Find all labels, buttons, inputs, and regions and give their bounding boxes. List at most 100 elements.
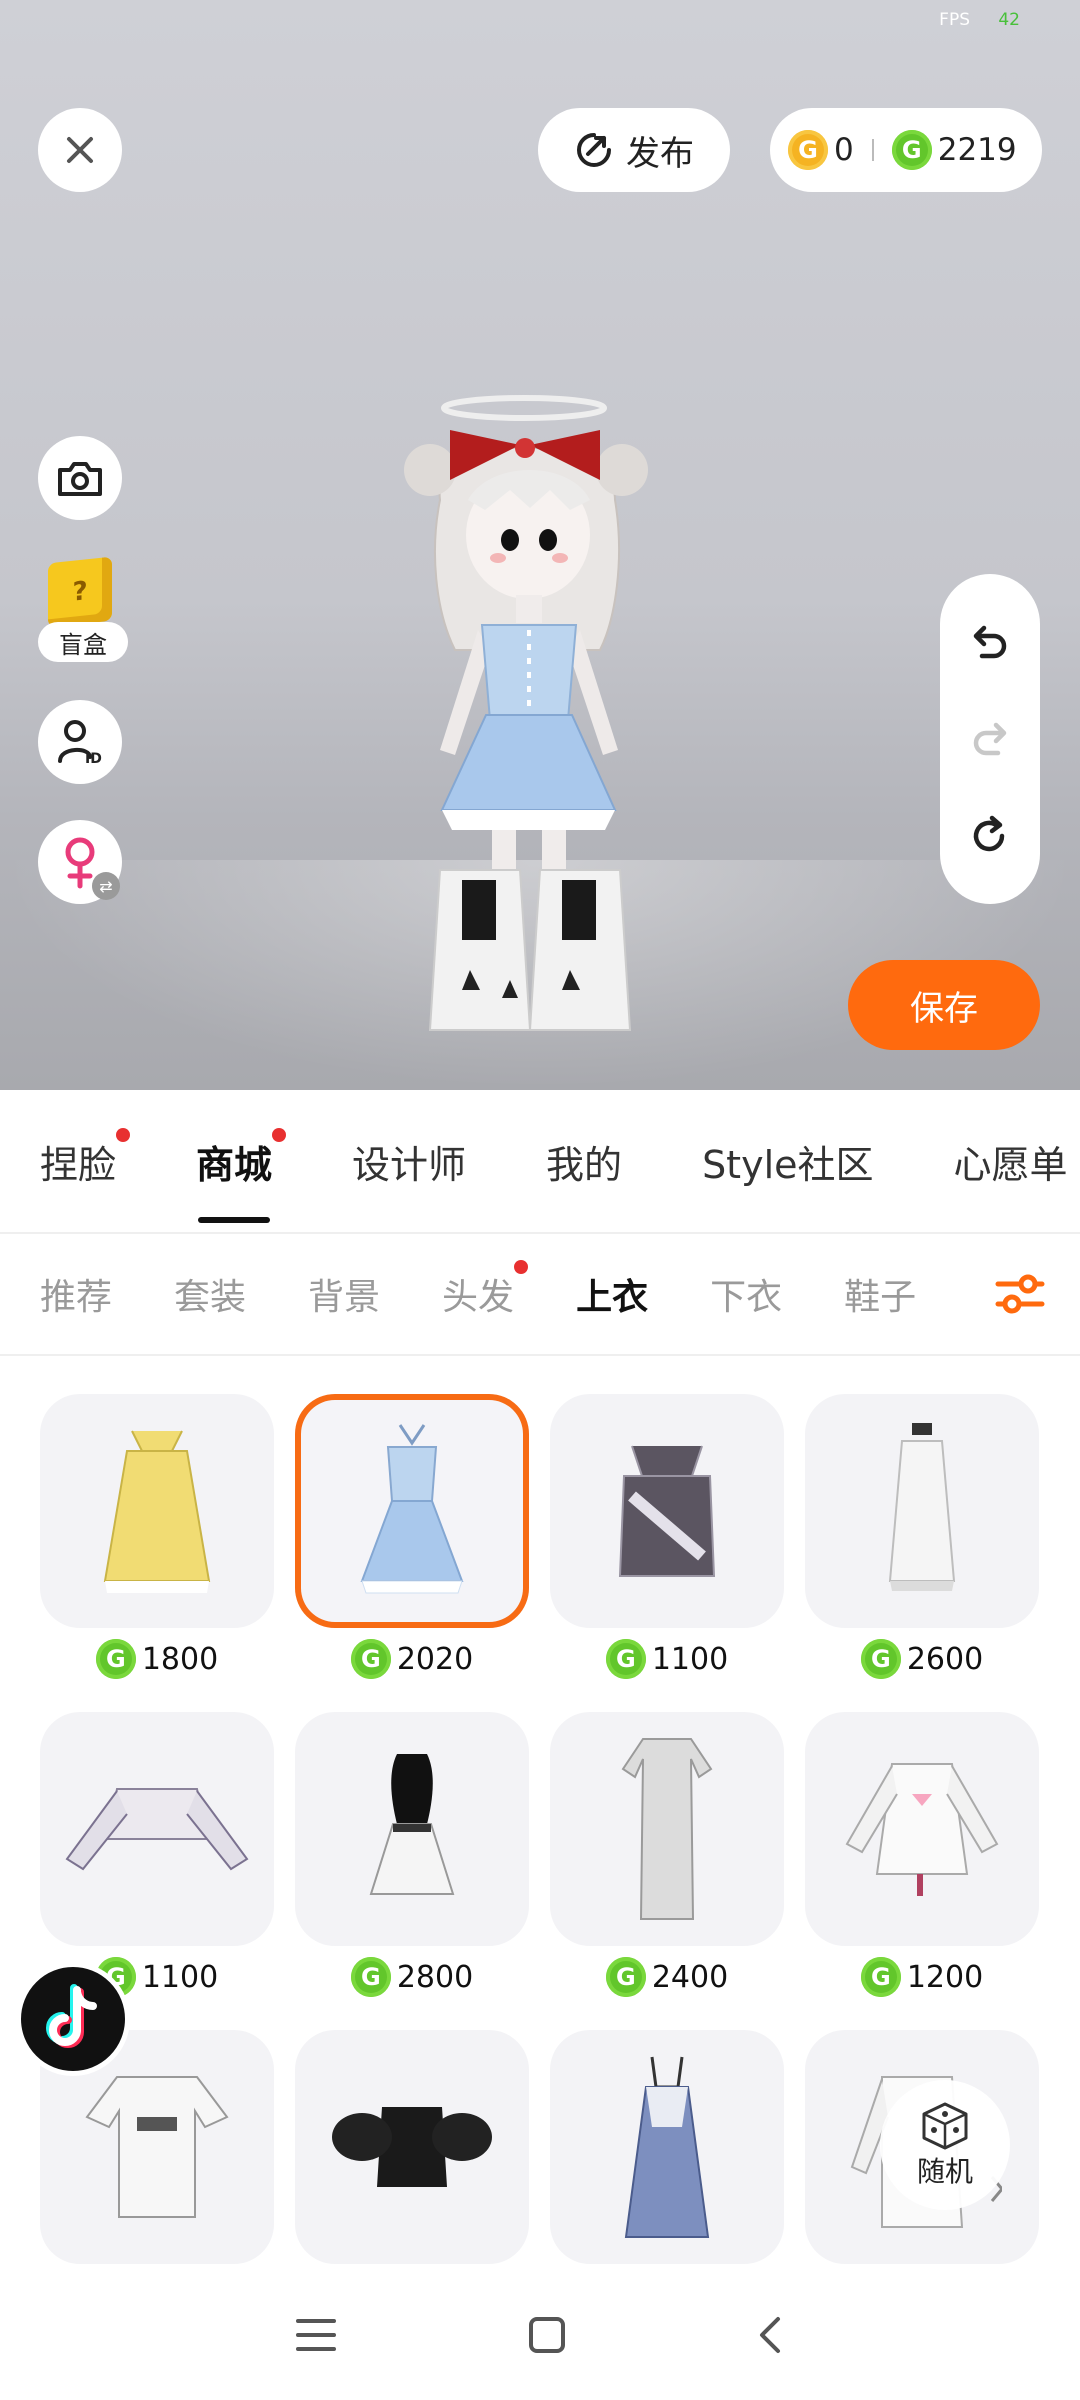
- user-id-icon: ID: [58, 720, 102, 767]
- active-tab-indicator: [198, 1216, 271, 1223]
- item-price: G 2020: [295, 1636, 529, 1682]
- currency-display[interactable]: G 0 G 2219: [770, 108, 1042, 192]
- camera-button[interactable]: [38, 436, 122, 520]
- green-coin-icon: G: [860, 1639, 901, 1679]
- green-coin-amount: 2219: [937, 132, 1017, 168]
- subtab-hair[interactable]: 头发: [442, 1260, 529, 1320]
- swap-icon: ⇄: [92, 872, 120, 900]
- publish-label: 发布: [626, 133, 694, 174]
- item-card-selected[interactable]: [295, 1394, 529, 1628]
- blindbox-icon: ?: [48, 556, 112, 628]
- white-hoodie-image: [845, 1763, 999, 1896]
- subtab-bottoms[interactable]: 下衣: [710, 1268, 782, 1320]
- green-coin-icon: G: [891, 130, 932, 170]
- item-card[interactable]: [805, 1394, 1039, 1628]
- tab-style-community[interactable]: Style社区: [702, 1134, 873, 1189]
- divider: [0, 1354, 1080, 1356]
- subtab-hair-label: 头发: [442, 1277, 515, 1318]
- item-card[interactable]: [40, 1394, 274, 1628]
- notification-dot: [272, 1127, 287, 1142]
- blue-lace-dress-image: [360, 1424, 464, 1594]
- tab-shop[interactable]: 商城: [196, 1127, 287, 1223]
- black-bustier-dress-image: [369, 1754, 455, 1895]
- blue-gingham-dress-image: [624, 2056, 710, 2238]
- tab-wishlist[interactable]: 心愿单: [954, 1134, 1068, 1189]
- avatar-stage[interactable]: FPS 42 发布 G 0 G 2219 ? 盲盒 ID ⇄ 保存: [0, 0, 1080, 1090]
- camera-icon: [58, 462, 102, 496]
- close-button[interactable]: [38, 108, 122, 192]
- green-coin-icon: G: [95, 1639, 136, 1679]
- tiktok-icon: [46, 1984, 97, 2048]
- subtab-tops[interactable]: 上衣: [576, 1268, 648, 1320]
- subtab-background[interactable]: 背景: [308, 1268, 380, 1320]
- close-icon: [67, 137, 93, 163]
- tab-style-community-label: Style社区: [702, 1142, 874, 1187]
- item-price-value: 2600: [906, 1641, 984, 1677]
- lace-long-dress-image: [621, 1738, 713, 1920]
- gray-camisole-image: [618, 1445, 716, 1577]
- item-price: G 1100: [550, 1636, 784, 1682]
- item-card[interactable]: [550, 2030, 784, 2264]
- item-price-value: 1100: [651, 1641, 729, 1677]
- gold-coin-amount: 0: [834, 132, 854, 168]
- redo-icon[interactable]: [968, 717, 1012, 761]
- fps-value: 42: [998, 10, 1020, 30]
- menu-icon[interactable]: [294, 2315, 338, 2355]
- tab-designer[interactable]: 设计师: [352, 1134, 466, 1189]
- lace-crop-cardigan-image: [65, 1788, 249, 1871]
- item-price-value: 2020: [396, 1641, 474, 1677]
- filter-button[interactable]: [960, 1234, 1080, 1354]
- black-puff-top-image: [332, 2107, 492, 2187]
- item-price-value: 2800: [396, 1959, 474, 1995]
- tab-mine[interactable]: 我的: [546, 1134, 622, 1189]
- tab-face-label: 捏脸: [40, 1142, 117, 1187]
- item-card[interactable]: [295, 2030, 529, 2264]
- random-button[interactable]: 随机: [880, 2080, 1010, 2210]
- subtab-sets[interactable]: 套装: [174, 1268, 246, 1320]
- white-graphic-tee-image: [85, 2076, 229, 2218]
- item-price-value: 1100: [141, 1959, 219, 1995]
- item-card[interactable]: [550, 1394, 784, 1628]
- reset-icon[interactable]: [968, 814, 1012, 858]
- subtab-shoes[interactable]: 鞋子: [844, 1268, 916, 1320]
- tab-mine-label: 我的: [546, 1142, 623, 1187]
- svg-text:ID: ID: [85, 751, 102, 767]
- gold-coin-icon: G: [788, 130, 828, 170]
- blindbox-label: 盲盒: [38, 622, 128, 662]
- tab-wishlist-label: 心愿单: [953, 1142, 1068, 1187]
- tab-face[interactable]: 捏脸: [40, 1127, 131, 1189]
- fps-label: FPS: [939, 10, 970, 30]
- publish-button[interactable]: 发布: [538, 108, 730, 192]
- item-price: G 2800: [295, 1954, 529, 2000]
- tiktok-button[interactable]: [16, 1962, 130, 2076]
- item-card[interactable]: [805, 1712, 1039, 1946]
- item-price: G 1800: [40, 1636, 274, 1682]
- blindbox-button[interactable]: ? 盲盒: [38, 556, 128, 664]
- undo-icon[interactable]: [968, 620, 1012, 664]
- back-icon[interactable]: [756, 2315, 786, 2355]
- system-nav-bar: [0, 2270, 1080, 2400]
- random-label: 随机: [916, 2155, 973, 2188]
- green-coin-icon: G: [860, 1957, 901, 1997]
- item-price-value: 1200: [906, 1959, 984, 1995]
- home-icon[interactable]: [527, 2315, 567, 2355]
- notification-dot: [116, 1127, 131, 1142]
- notification-dot: [514, 1260, 529, 1274]
- item-price-value: 1800: [141, 1641, 219, 1677]
- item-card[interactable]: [295, 1712, 529, 1946]
- item-card[interactable]: [40, 1712, 274, 1946]
- green-coin-icon: G: [605, 1957, 646, 1997]
- gender-switch-button[interactable]: ⇄: [38, 820, 122, 904]
- save-button[interactable]: 保存: [848, 960, 1040, 1050]
- dice-icon: [922, 2102, 968, 2150]
- green-coin-icon: G: [350, 1957, 391, 1997]
- user-id-button[interactable]: ID: [38, 700, 122, 784]
- tab-designer-label: 设计师: [352, 1142, 467, 1187]
- avatar-model[interactable]: [400, 390, 690, 1050]
- item-card[interactable]: [550, 1712, 784, 1946]
- white-slip-dress-image: [888, 1423, 956, 1591]
- history-controls: [940, 574, 1040, 904]
- green-coin-icon: G: [350, 1639, 391, 1679]
- subtab-recommended[interactable]: 推荐: [40, 1268, 112, 1320]
- item-price: G 2400: [550, 1954, 784, 2000]
